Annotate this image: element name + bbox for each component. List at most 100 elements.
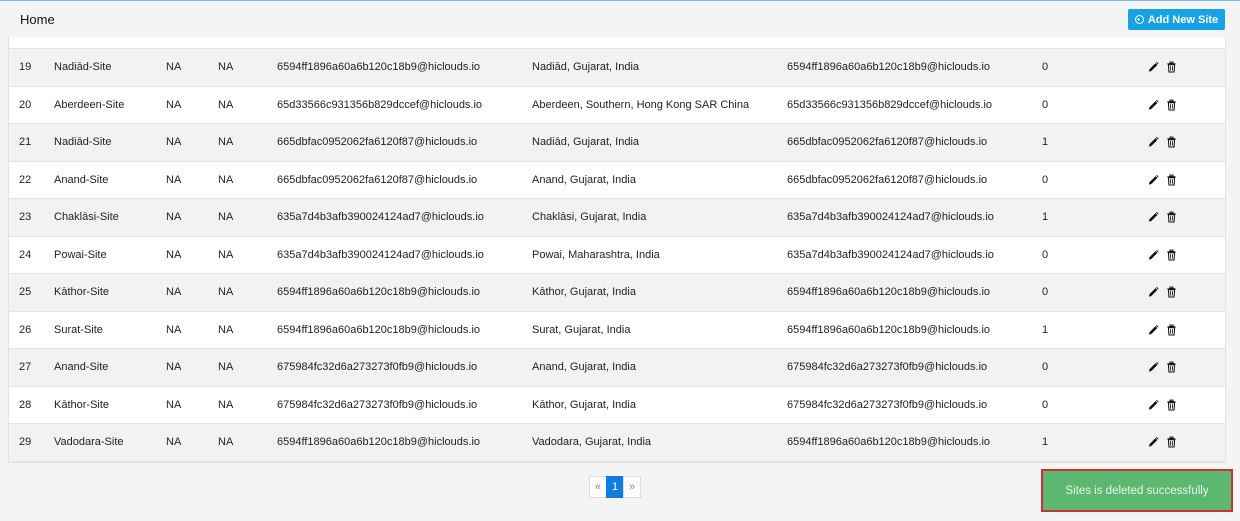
site-name: Surat-Site	[54, 323, 103, 336]
row-actions	[1148, 61, 1177, 73]
pagination-next-button[interactable]: »	[623, 476, 641, 498]
row-actions	[1148, 436, 1177, 448]
table-row: 29 Vadodara-Site NA NA 6594ff1896a60a6b120c1…	[9, 424, 1225, 462]
pencil-icon[interactable]	[1148, 436, 1159, 448]
trash-icon[interactable]	[1166, 361, 1177, 373]
trash-icon[interactable]	[1166, 324, 1177, 336]
site-count: 0	[1042, 248, 1049, 261]
row-actions	[1148, 286, 1177, 298]
site-owner: 675984fc32d6a273273f0fb9@hiclouds.io	[787, 361, 988, 374]
row-index: 28	[19, 398, 32, 411]
add-new-site-button[interactable]: Add New Site	[1128, 9, 1225, 30]
trash-icon[interactable]	[1166, 174, 1177, 186]
page-header: Home Add New Site	[0, 1, 1240, 37]
row-actions	[1148, 211, 1177, 223]
table-row: 28 Kāthor-Site NA NA 675984fc32d6a273273f0fb…	[9, 386, 1225, 424]
site-name: Anand-Site	[54, 361, 109, 374]
trash-icon[interactable]	[1166, 249, 1177, 261]
row-actions	[1148, 399, 1177, 411]
site-owner: 6594ff1896a60a6b120c18b9@hiclouds.io	[787, 286, 991, 299]
site-name: Kāthor-Site	[54, 398, 110, 411]
site-count: 0	[1042, 173, 1049, 186]
pagination-prev-button[interactable]: «	[589, 476, 607, 498]
table-row: 24 Powai-Site NA NA 635a7d4b3afb390024124ad7…	[9, 236, 1225, 274]
pencil-icon[interactable]	[1148, 99, 1159, 111]
site-location: Aberdeen, Southern, Hong Kong SAR China	[532, 98, 750, 111]
site-field-a: NA	[166, 248, 182, 261]
site-email: 665dbfac0952062fa6120f87@hiclouds.io	[277, 136, 478, 149]
site-field-b: NA	[218, 61, 234, 74]
trash-icon[interactable]	[1166, 61, 1177, 73]
row-index: 27	[19, 361, 32, 374]
scrollbar[interactable]	[1234, 40, 1239, 460]
table-row: 23 Chaklāsi-Site NA NA 635a7d4b3afb390024124…	[9, 199, 1225, 237]
table-row: 25 Kāthor-Site NA NA 6594ff1896a60a6b120c18b…	[9, 274, 1225, 312]
row-index: 29	[19, 436, 32, 449]
site-location: Nadiād, Gujarat, India	[532, 61, 640, 74]
pencil-icon[interactable]	[1148, 174, 1159, 186]
table-row: 21 Nadiād-Site NA NA 665dbfac0952062fa6120f8…	[9, 124, 1225, 162]
site-count: 1	[1042, 436, 1049, 449]
site-field-b: NA	[218, 323, 234, 336]
trash-icon[interactable]	[1166, 286, 1177, 298]
pencil-icon[interactable]	[1148, 136, 1159, 148]
trash-icon[interactable]	[1166, 136, 1177, 148]
site-location: Surat, Gujarat, India	[532, 323, 631, 336]
row-actions	[1148, 361, 1177, 373]
site-email: 6594ff1896a60a6b120c18b9@hiclouds.io	[277, 436, 481, 449]
trash-icon[interactable]	[1166, 436, 1177, 448]
site-field-a: NA	[166, 436, 182, 449]
add-new-site-label: Add New Site	[1147, 13, 1219, 26]
toast-message: Sites is deleted successfully	[1045, 473, 1229, 508]
row-index: 24	[19, 248, 32, 261]
site-name: Nadiād-Site	[54, 61, 112, 74]
site-field-a: NA	[166, 136, 182, 149]
table-row: 26 Surat-Site NA NA 6594ff1896a60a6b120c18b9…	[9, 311, 1225, 349]
site-email: 6594ff1896a60a6b120c18b9@hiclouds.io	[277, 286, 481, 299]
site-field-b: NA	[218, 286, 234, 299]
pencil-icon[interactable]	[1148, 324, 1159, 336]
pencil-icon[interactable]	[1148, 399, 1159, 411]
success-toast: Sites is deleted successfully	[1041, 469, 1233, 512]
pencil-icon[interactable]	[1148, 361, 1159, 373]
site-field-a: NA	[166, 323, 182, 336]
row-index: 23	[19, 211, 32, 224]
site-field-a: NA	[166, 173, 182, 186]
site-owner: 6594ff1896a60a6b120c18b9@hiclouds.io	[787, 436, 991, 449]
site-count: 0	[1042, 361, 1049, 374]
pencil-icon[interactable]	[1148, 61, 1159, 73]
pencil-icon[interactable]	[1148, 211, 1159, 223]
site-email: 65d33566c931356b829dccef@hiclouds.io	[277, 98, 483, 111]
site-name: Kāthor-Site	[54, 286, 110, 299]
trash-icon[interactable]	[1166, 99, 1177, 111]
site-field-b: NA	[218, 173, 234, 186]
pencil-icon[interactable]	[1148, 249, 1159, 261]
site-location: Chaklāsi, Gujarat, India	[532, 211, 647, 224]
site-field-b: NA	[218, 398, 234, 411]
site-location: Kāthor, Gujarat, India	[532, 398, 636, 411]
site-location: Anand, Gujarat, India	[532, 173, 636, 186]
row-actions	[1148, 174, 1177, 186]
site-count: 1	[1042, 136, 1049, 149]
site-field-a: NA	[166, 98, 182, 111]
row-index: 26	[19, 323, 32, 336]
site-email: 675984fc32d6a273273f0fb9@hiclouds.io	[277, 361, 478, 374]
site-location: Vadodara, Gujarat, India	[532, 436, 652, 449]
pagination: « 1 »	[589, 476, 641, 498]
site-name: Vadodara-Site	[54, 436, 124, 449]
table-row: 27 Anand-Site NA NA 675984fc32d6a273273f0fb9…	[9, 349, 1225, 387]
table-row: 19 Nadiād-Site NA NA 6594ff1896a60a6b120c18b…	[9, 49, 1225, 87]
site-field-b: NA	[218, 98, 234, 111]
trash-icon[interactable]	[1166, 211, 1177, 223]
site-name: Chaklāsi-Site	[54, 211, 119, 224]
pagination-page-button[interactable]: 1	[606, 476, 624, 498]
trash-icon[interactable]	[1166, 399, 1177, 411]
site-count: 1	[1042, 211, 1049, 224]
site-owner: 675984fc32d6a273273f0fb9@hiclouds.io	[787, 398, 988, 411]
site-owner: 6594ff1896a60a6b120c18b9@hiclouds.io	[787, 61, 991, 74]
site-field-b: NA	[218, 436, 234, 449]
site-field-a: NA	[166, 398, 182, 411]
row-actions	[1148, 99, 1177, 111]
pencil-icon[interactable]	[1148, 286, 1159, 298]
site-field-a: NA	[166, 361, 182, 374]
